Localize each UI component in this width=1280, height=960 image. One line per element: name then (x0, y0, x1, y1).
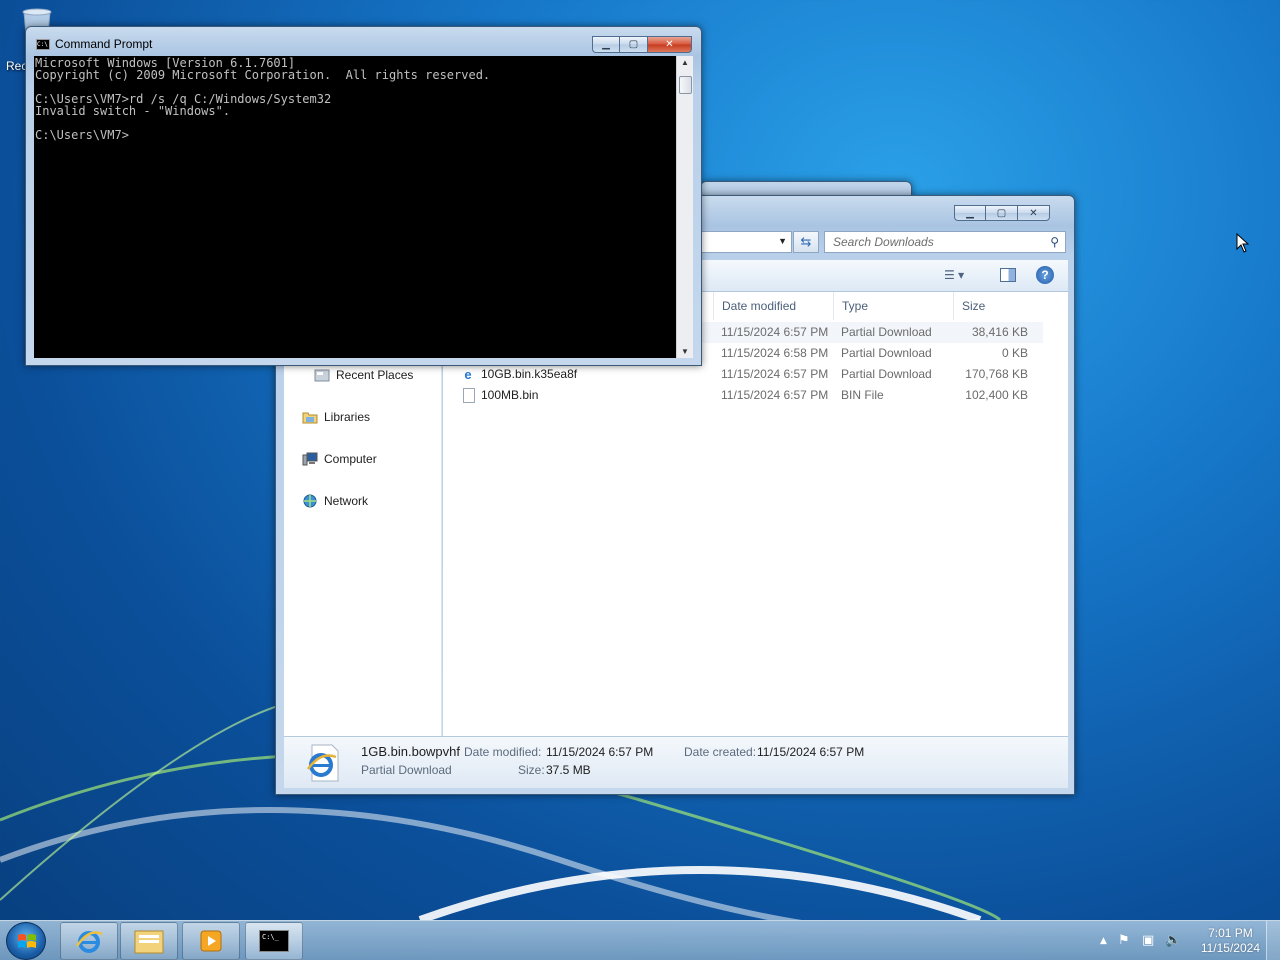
file-date: 11/15/2024 6:58 PM (721, 346, 829, 360)
details-date-modified: 11/15/2024 6:57 PM (546, 745, 654, 759)
nav-item-network[interactable]: Network (302, 494, 368, 508)
file-type: BIN File (841, 388, 884, 402)
details-filename: 1GB.bin.bowpvhf (361, 744, 461, 759)
libraries-icon (302, 412, 318, 424)
volume-muted-icon[interactable]: 🔈 (1165, 933, 1181, 948)
preview-pane-button[interactable] (1000, 268, 1016, 282)
computer-icon (302, 452, 318, 466)
file-row[interactable]: 100MB.bin 11/15/2024 6:57 PM BIN File 10… (443, 385, 1043, 406)
search-placeholder: Search Downloads (833, 235, 934, 249)
minimize-button[interactable]: ▁ (954, 205, 986, 221)
change-view-button[interactable]: ☰ ▾ (944, 268, 964, 282)
cmd-icon: C:\_ (259, 930, 289, 952)
clock[interactable]: 7:01 PM 11/15/2024 (1201, 926, 1260, 956)
media-player-icon (200, 930, 222, 952)
console-output[interactable]: Microsoft Windows [Version 6.1.7601] Cop… (34, 56, 676, 358)
blank-file-icon (463, 388, 475, 403)
show-hidden-icons-icon[interactable]: ▲ (1100, 936, 1107, 946)
details-pane: 1GB.bin.bowpvhf Partial Download Date mo… (284, 736, 1068, 788)
close-button[interactable]: ✕ (648, 36, 692, 53)
file-date: 11/15/2024 6:57 PM (721, 325, 829, 339)
console-line: Invalid switch - "Windows". (35, 104, 231, 118)
nav-item-label: Recent Places (336, 368, 414, 382)
nav-item-label: Libraries (324, 410, 371, 424)
network-icon (303, 494, 317, 508)
maximize-button[interactable]: ▢ (986, 205, 1018, 221)
details-size: 37.5 MB (546, 763, 591, 777)
details-date-created: 11/15/2024 6:57 PM (757, 745, 865, 759)
mouse-cursor-icon (1236, 233, 1250, 253)
file-date: 11/15/2024 6:57 PM (721, 388, 829, 402)
details-date-modified-label: Date modified: (464, 745, 542, 759)
details-filetype: Partial Download (361, 763, 452, 777)
minimize-button[interactable]: ▁ (592, 36, 620, 53)
taskbar-explorer[interactable] (120, 922, 178, 960)
file-type: Partial Download (841, 346, 932, 360)
refresh-button[interactable]: ⇆ (793, 231, 819, 253)
file-type: Partial Download (841, 325, 932, 339)
search-input[interactable]: Search Downloads ⚲ (824, 231, 1066, 253)
folder-icon (134, 930, 164, 954)
scroll-thumb[interactable] (679, 76, 692, 94)
nav-item-recent-places[interactable]: Recent Places (314, 368, 413, 382)
ie-file-icon (306, 744, 339, 782)
refresh-icon: ⇆ (800, 234, 812, 249)
window-title-bar[interactable]: C:\ Command Prompt (36, 37, 152, 51)
start-button[interactable] (6, 922, 46, 960)
vertical-scrollbar[interactable]: ▲ ▼ (676, 56, 693, 358)
nav-item-label: Network (324, 494, 369, 508)
scroll-up-icon[interactable]: ▲ (681, 58, 689, 67)
column-header-date[interactable]: Date modified (713, 292, 831, 320)
show-desktop-button[interactable] (1266, 921, 1280, 960)
search-icon[interactable]: ⚲ (1050, 235, 1059, 249)
help-button[interactable]: ? (1036, 266, 1054, 284)
taskbar-command-prompt[interactable]: C:\_ (245, 922, 303, 960)
scroll-down-icon[interactable]: ▼ (681, 347, 689, 356)
nav-item-computer[interactable]: Computer (302, 452, 377, 466)
file-row[interactable]: e 10GB.bin.k35ea8f 11/15/2024 6:57 PM Pa… (443, 364, 1043, 385)
chevron-down-icon[interactable]: ▼ (778, 236, 787, 246)
file-type: Partial Download (841, 367, 932, 381)
file-size: 0 KB (1001, 346, 1028, 360)
taskbar-internet-explorer[interactable] (60, 922, 118, 960)
clock-date: 11/15/2024 (1200, 941, 1260, 955)
windows-logo-icon (18, 934, 36, 948)
ie-file-icon: e (464, 367, 472, 382)
details-date-created-label: Date created: (684, 745, 757, 759)
console-prompt-line: C:\Users\VM7> (35, 128, 129, 142)
window-title: Command Prompt (55, 37, 153, 51)
internet-explorer-icon (75, 931, 103, 953)
file-name: 100MB.bin (481, 388, 539, 402)
nav-item-label: Computer (324, 452, 377, 466)
explorer-caption-buttons: ▁ ▢ ✕ (954, 205, 1050, 221)
cmd-icon: C:\ (36, 38, 50, 50)
action-center-flag-icon[interactable]: ⚑ (1118, 933, 1130, 948)
clock-time: 7:01 PM (1208, 926, 1253, 940)
console-line: Copyright (c) 2009 Microsoft Corporation… (35, 68, 491, 82)
file-name: 10GB.bin.k35ea8f (481, 367, 578, 381)
recent-places-icon (314, 369, 330, 382)
file-size: 38,416 KB (971, 325, 1028, 339)
file-size: 102,400 KB (965, 388, 1028, 402)
file-date: 11/15/2024 6:57 PM (721, 367, 829, 381)
nav-item-libraries[interactable]: Libraries (302, 410, 370, 424)
column-header-size[interactable]: Size (953, 292, 1033, 320)
file-size: 170,768 KB (965, 367, 1028, 381)
taskbar: C:\_ ▲ ⚑ ▣ 🔈 7:01 PM 11/15/2024 (0, 920, 1280, 960)
maximize-button[interactable]: ▢ (620, 36, 648, 53)
command-prompt-window[interactable]: C:\ Command Prompt ▁ ▢ ✕ Microsoft Windo… (25, 26, 702, 366)
network-icon[interactable]: ▣ (1142, 933, 1154, 948)
taskbar-media-player[interactable] (182, 922, 240, 960)
close-button[interactable]: ✕ (1018, 205, 1050, 221)
details-size-label: Size: (518, 763, 545, 777)
cmd-caption-buttons: ▁ ▢ ✕ (592, 36, 692, 53)
column-header-type[interactable]: Type (833, 292, 951, 320)
system-tray: ▲ ⚑ ▣ 🔈 7:01 PM 11/15/2024 (1090, 921, 1280, 960)
